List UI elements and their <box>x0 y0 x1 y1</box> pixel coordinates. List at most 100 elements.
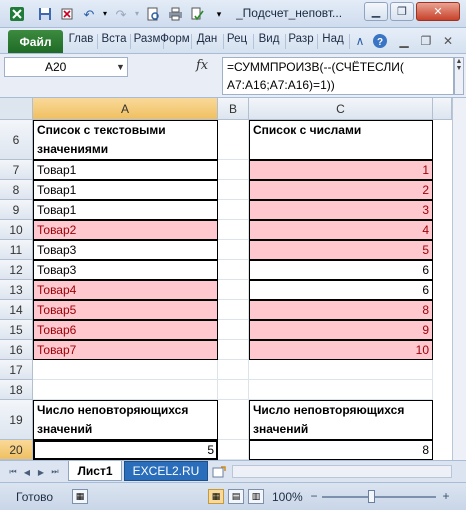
print-icon[interactable] <box>166 5 184 23</box>
row-header-15[interactable]: 15 <box>0 320 33 340</box>
cell-C17[interactable] <box>249 360 433 380</box>
column-header-b[interactable]: B <box>218 98 249 120</box>
tab-ribbon-3[interactable]: Форм <box>160 33 190 51</box>
ribbon-minimize-icon[interactable]: ▁ <box>396 33 412 49</box>
cell-A10[interactable]: Товар2 <box>33 220 218 240</box>
vertical-scrollbar[interactable] <box>452 98 466 460</box>
cell-B15[interactable] <box>218 320 249 340</box>
name-box-dropdown-icon[interactable]: ▼ <box>116 62 125 72</box>
cell-B8[interactable] <box>218 180 249 200</box>
cell-B14[interactable] <box>218 300 249 320</box>
tab-ribbon-8[interactable]: Над <box>318 33 348 51</box>
sheet-tab-list1[interactable]: Лист1 <box>68 461 122 481</box>
close-button[interactable]: ✕ <box>416 2 460 21</box>
ribbon-close-icon[interactable]: ✕ <box>440 33 456 49</box>
tab-ribbon-7[interactable]: Разр <box>286 33 316 51</box>
page-layout-icon[interactable]: ▤ <box>228 489 244 504</box>
tab-ribbon-2[interactable]: Разм <box>132 33 162 51</box>
zoom-in-icon[interactable]: + <box>440 490 452 503</box>
row-header-10[interactable]: 10 <box>0 220 33 240</box>
row-header-9[interactable]: 9 <box>0 200 33 220</box>
cell-C7[interactable]: 1 <box>249 160 433 180</box>
open-file-icon[interactable] <box>58 5 76 23</box>
cell-A20[interactable]: 5 <box>33 440 218 460</box>
cell-A8[interactable]: Товар1 <box>33 180 218 200</box>
cell-C18[interactable] <box>249 380 433 400</box>
tab-ribbon-1[interactable]: Вста <box>99 33 129 51</box>
cell-C6[interactable]: Список с числами <box>249 120 433 160</box>
cell-A12[interactable]: Товар3 <box>33 260 218 280</box>
cell-B20[interactable] <box>218 440 249 460</box>
print-preview-icon[interactable] <box>144 5 162 23</box>
cell-B10[interactable] <box>218 220 249 240</box>
row-header-17[interactable]: 17 <box>0 360 33 380</box>
help-icon[interactable]: ? <box>372 33 388 49</box>
page-break-icon[interactable]: ▥ <box>248 489 264 504</box>
column-header-a[interactable]: A <box>33 98 218 120</box>
cell-A18[interactable] <box>33 380 218 400</box>
cell-C15[interactable]: 9 <box>249 320 433 340</box>
tab-ribbon-0[interactable]: Глав <box>66 33 96 51</box>
horizontal-scrollbar[interactable] <box>232 465 452 478</box>
insert-function-icon[interactable]: fx <box>196 58 208 73</box>
tab-ribbon-4[interactable]: Дан <box>192 33 222 51</box>
column-header-c[interactable]: C <box>249 98 433 120</box>
row-header-19[interactable]: 19 <box>0 400 33 440</box>
ribbon-restore-icon[interactable]: ❐ <box>418 33 434 49</box>
cell-B9[interactable] <box>218 200 249 220</box>
row-header-6[interactable]: 6 <box>0 120 33 160</box>
zoom-slider-thumb[interactable] <box>368 490 375 503</box>
formula-expand-icon[interactable]: ▲ ▼ <box>454 57 464 95</box>
tab-ribbon-5[interactable]: Рец <box>222 33 252 51</box>
restore-button[interactable]: ❐ <box>390 2 414 21</box>
row-header-11[interactable]: 11 <box>0 240 33 260</box>
cell-C10[interactable]: 4 <box>249 220 433 240</box>
row-header-12[interactable]: 12 <box>0 260 33 280</box>
cell-C14[interactable]: 8 <box>249 300 433 320</box>
spellcheck-icon[interactable] <box>188 5 206 23</box>
cell-A19[interactable]: Число неповторяющихся значений <box>33 400 218 440</box>
customize-toolbar-icon[interactable]: ▾ <box>210 5 228 23</box>
cell-B13[interactable] <box>218 280 249 300</box>
cell-B19[interactable] <box>218 400 249 440</box>
row-header-16[interactable]: 16 <box>0 340 33 360</box>
cell-A11[interactable]: Товар3 <box>33 240 218 260</box>
cell-B16[interactable] <box>218 340 249 360</box>
row-header-8[interactable]: 8 <box>0 180 33 200</box>
tab-file[interactable]: Файл <box>8 30 63 53</box>
tab-ribbon-6[interactable]: Вид <box>254 33 284 51</box>
minimize-button[interactable]: ▁ <box>364 2 388 21</box>
next-sheet-icon[interactable]: ▶ <box>36 466 46 478</box>
row-header-7[interactable]: 7 <box>0 160 33 180</box>
cell-C19[interactable]: Число неповторяющихся значений <box>249 400 433 440</box>
cell-B11[interactable] <box>218 240 249 260</box>
cell-A14[interactable]: Товар5 <box>33 300 218 320</box>
row-header-13[interactable]: 13 <box>0 280 33 300</box>
cell-C8[interactable]: 2 <box>249 180 433 200</box>
sheet-tab-excel2[interactable]: EXCEL2.RU <box>124 461 208 481</box>
cell-A9[interactable]: Товар1 <box>33 200 218 220</box>
cell-C20[interactable]: 8 <box>249 440 433 460</box>
row-header-18[interactable]: 18 <box>0 380 33 400</box>
zoom-level[interactable]: 100% <box>272 490 303 504</box>
cell-A7[interactable]: Товар1 <box>33 160 218 180</box>
minimize-ribbon-icon[interactable]: ∧ <box>352 33 368 49</box>
cell-C12[interactable]: 6 <box>249 260 433 280</box>
cell-A16[interactable]: Товар7 <box>33 340 218 360</box>
zoom-out-icon[interactable]: − <box>308 490 320 503</box>
cell-C11[interactable]: 5 <box>249 240 433 260</box>
formula-input[interactable]: =СУММПРОИЗВ(--(СЧЁТЕСЛИ( A7:A16;A7:A16)=… <box>222 57 454 95</box>
cell-C16[interactable]: 10 <box>249 340 433 360</box>
name-box[interactable]: A20 <box>4 57 128 77</box>
cell-C13[interactable]: 6 <box>249 280 433 300</box>
row-header-20[interactable]: 20 <box>0 440 33 460</box>
macro-record-icon[interactable]: ▦ <box>72 489 88 504</box>
zoom-slider-track[interactable] <box>322 496 436 498</box>
cell-A17[interactable] <box>33 360 218 380</box>
cell-B12[interactable] <box>218 260 249 280</box>
cell-B18[interactable] <box>218 380 249 400</box>
cell-B17[interactable] <box>218 360 249 380</box>
cell-A6[interactable]: Список с текстовыми значениями <box>33 120 218 160</box>
cell-B7[interactable] <box>218 160 249 180</box>
row-header-14[interactable]: 14 <box>0 300 33 320</box>
